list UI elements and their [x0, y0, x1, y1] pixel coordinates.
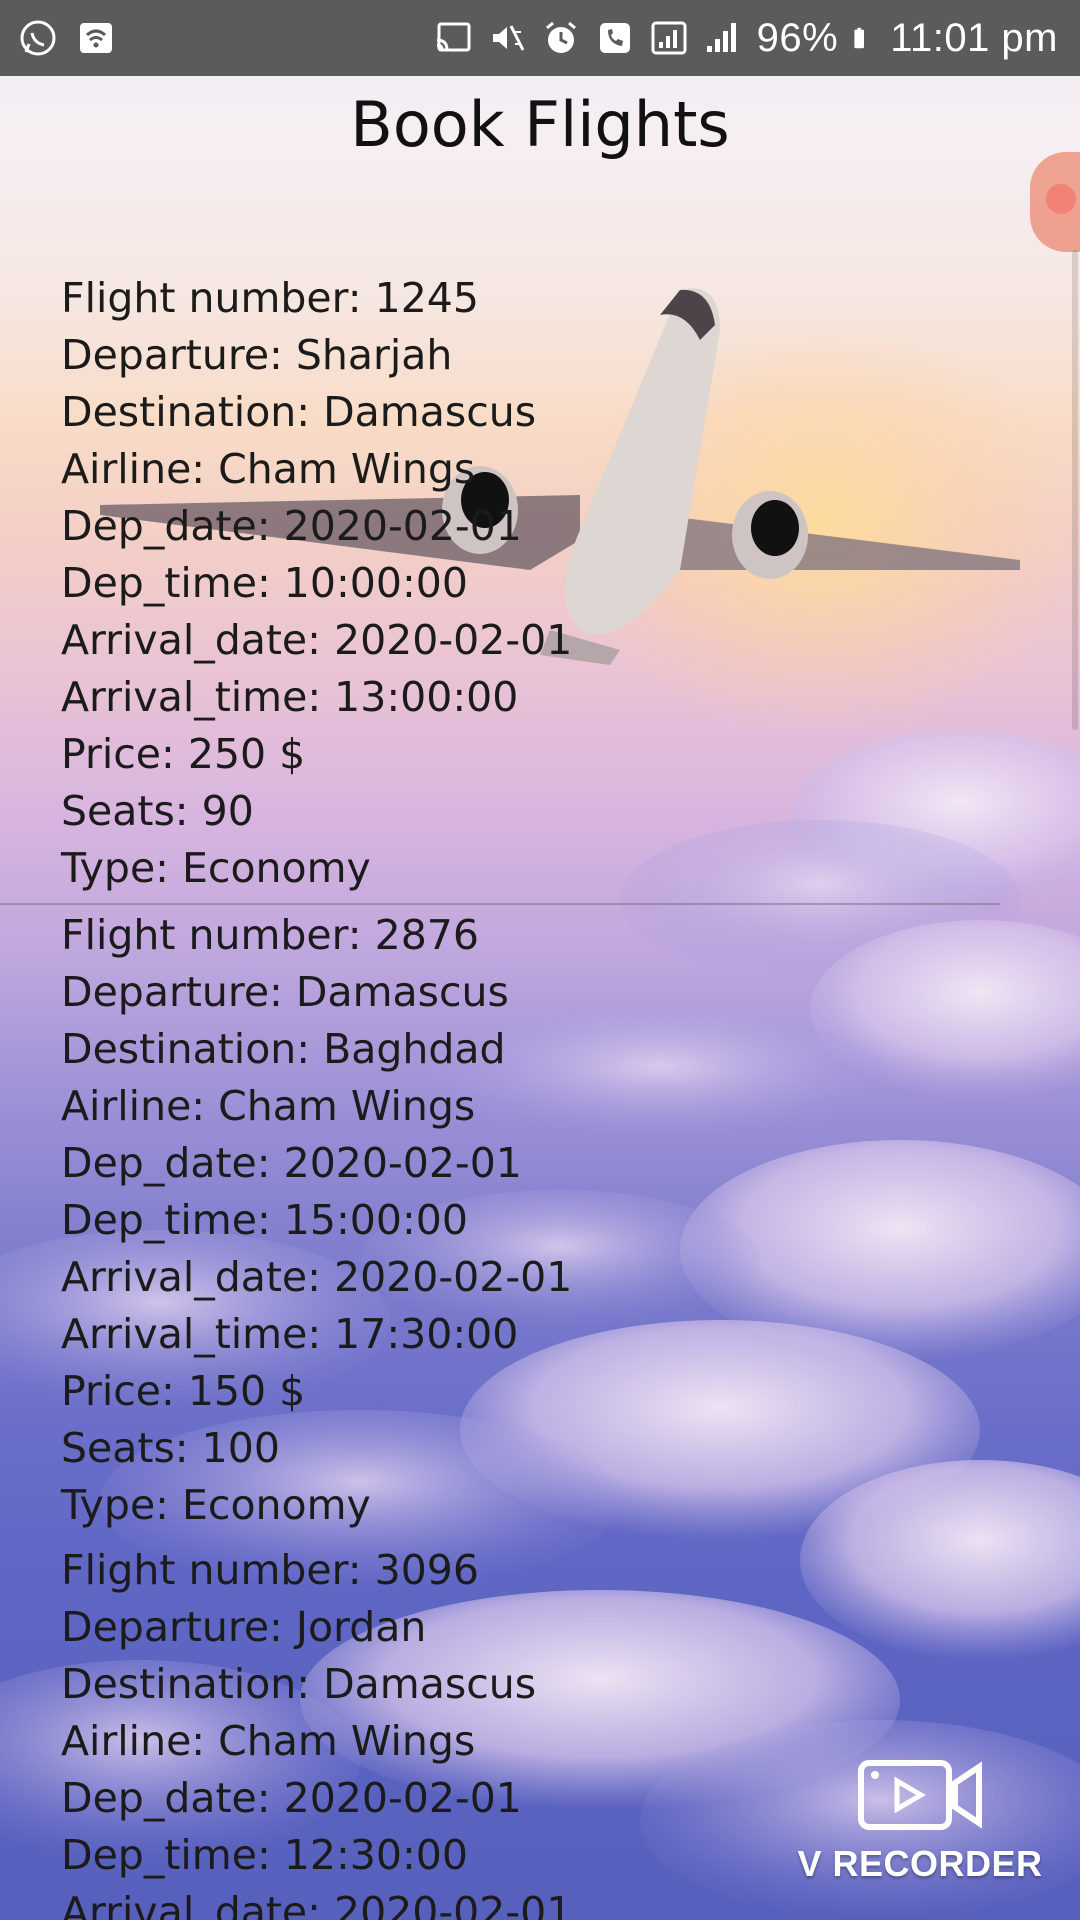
- destination: Destination: Baghdad: [61, 1025, 506, 1073]
- alarm-icon: [545, 21, 576, 53]
- recorder-watermark: V RECORDER: [790, 1755, 1050, 1885]
- page-title: Book Flights: [350, 88, 730, 161]
- status-bar: 96% 11:01 pm: [0, 0, 1080, 76]
- airline: Airline: Cham Wings: [61, 445, 476, 493]
- floating-bubble-button[interactable]: [1030, 152, 1080, 252]
- type: Type: Economy: [61, 844, 371, 892]
- flight-number: Flight number: 3096: [61, 1546, 479, 1594]
- scrollbar[interactable]: [1072, 250, 1078, 730]
- departure: Departure: Jordan: [61, 1603, 427, 1651]
- arrival-time: Arrival_time: 13:00:00: [61, 673, 519, 721]
- flight-item[interactable]: Flight number: 1245 Departure: Sharjah D…: [61, 270, 1021, 897]
- price: Price: 150 $: [61, 1367, 306, 1415]
- dep-time: Dep_time: 15:00:00: [61, 1196, 468, 1244]
- battery-percent: 96%: [756, 15, 839, 60]
- signal-box-icon: [651, 21, 687, 55]
- status-right: 96% 11:01 pm: [433, 0, 1058, 76]
- cast-icon: [436, 22, 471, 52]
- dep-time: Dep_time: 10:00:00: [61, 559, 468, 607]
- destination: Destination: Damascus: [61, 388, 537, 436]
- wifi-hotspot-icon: [80, 23, 112, 53]
- list-divider: [0, 903, 1000, 905]
- airline: Airline: Cham Wings: [61, 1082, 476, 1130]
- arrival-date: Arrival_date: 2020-02-01: [61, 1888, 573, 1920]
- flight-number: Flight number: 1245: [61, 274, 479, 322]
- whatsapp-icon: [20, 20, 56, 56]
- flight-list[interactable]: Flight number: 1245 Departure: Sharjah D…: [0, 270, 1021, 1920]
- clock: 11:01 pm: [890, 15, 1058, 60]
- departure: Departure: Sharjah: [61, 331, 453, 379]
- arrival-time: Arrival_time: 17:30:00: [61, 1310, 519, 1358]
- call-icon: [599, 23, 630, 53]
- battery-icon: [854, 27, 865, 49]
- dep-date: Dep_date: 2020-02-01: [61, 502, 522, 550]
- video-recorder-icon: [858, 1760, 982, 1830]
- seats: Seats: 100: [61, 1424, 280, 1472]
- destination: Destination: Damascus: [61, 1660, 537, 1708]
- recorder-label: V RECORDER: [797, 1843, 1043, 1884]
- dep-date: Dep_date: 2020-02-01: [61, 1139, 522, 1187]
- price: Price: 250 $: [61, 730, 306, 778]
- arrival-date: Arrival_date: 2020-02-01: [61, 1253, 573, 1301]
- flight-number: Flight number: 2876: [61, 911, 479, 959]
- type: Type: Economy: [61, 1481, 371, 1529]
- status-left: [18, 0, 116, 76]
- flight-item[interactable]: Flight number: 2876 Departure: Damascus …: [61, 907, 1021, 1534]
- mute-vibrate-icon: [492, 25, 524, 51]
- arrival-date: Arrival_date: 2020-02-01: [61, 616, 573, 664]
- signal-bars-icon: [706, 23, 736, 52]
- list-gap: [61, 1534, 1021, 1542]
- app-screen: 96% 11:01 pm Book Flights Flight number:…: [0, 0, 1080, 1920]
- seats: Seats: 90: [61, 787, 254, 835]
- departure: Departure: Damascus: [61, 968, 509, 1016]
